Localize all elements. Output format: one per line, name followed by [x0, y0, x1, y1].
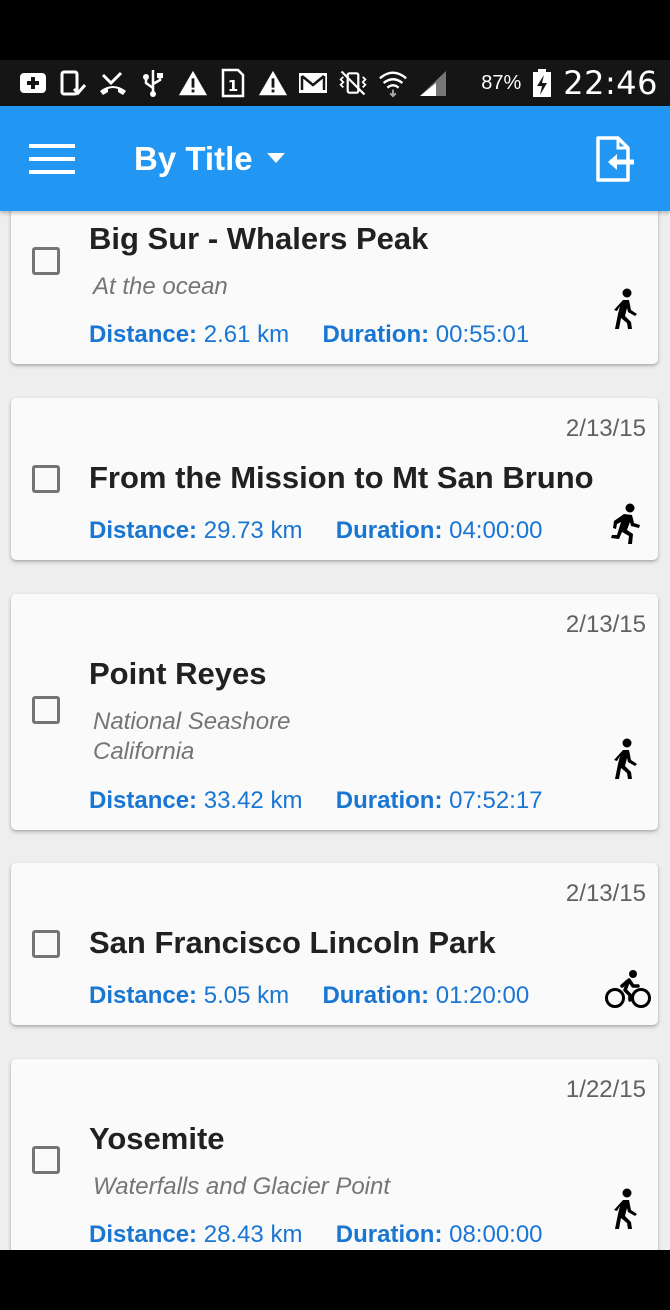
list-item[interactable]: 2/13/15 Point Reyes National Seashore Ca… [11, 594, 658, 830]
walking-icon [608, 737, 644, 781]
duration-label: Duration: [335, 517, 443, 544]
track-stats: Distance: 33.42 km Duration: 07:52:17 [89, 787, 543, 815]
export-icon[interactable] [580, 106, 650, 211]
clock: 22:46 [563, 64, 658, 102]
duration-value: 07:52:17 [449, 787, 543, 814]
distance-label: Distance: [89, 1221, 198, 1248]
distance-value: 2.61 km [203, 321, 290, 348]
battery-percent: 87% [481, 71, 522, 94]
phone-check-icon [58, 68, 88, 98]
svg-text:1: 1 [228, 77, 238, 95]
track-title: Yosemite [89, 1121, 225, 1156]
list-item[interactable]: 1/22/15 Yosemite Waterfalls and Glacier … [11, 1059, 658, 1250]
cycling-icon [604, 967, 652, 1011]
distance-value: 33.42 km [203, 787, 303, 814]
track-list: Big Sur - Whalers Peak At the ocean Dist… [0, 211, 670, 1250]
distance-label: Distance: [89, 982, 198, 1009]
track-subtitle-line2: California [93, 738, 195, 765]
warning-icon [178, 68, 208, 98]
status-bar: 1 87% 22:46 [0, 60, 670, 106]
list-item[interactable]: Big Sur - Whalers Peak At the ocean Dist… [11, 211, 658, 364]
distance-value: 5.05 km [203, 982, 290, 1009]
track-title: Big Sur - Whalers Peak [89, 221, 429, 256]
track-stats: Distance: 29.73 km Duration: 04:00:00 [89, 517, 543, 545]
track-date: 1/22/15 [565, 1076, 646, 1103]
walking-icon [608, 1187, 644, 1231]
running-icon [608, 502, 644, 546]
usb-icon [138, 68, 168, 98]
sort-title-dropdown[interactable]: By Title [134, 140, 285, 178]
add-box-icon [18, 68, 48, 98]
track-subtitle: At the ocean [93, 273, 228, 300]
distance-value: 28.43 km [203, 1221, 303, 1248]
track-stats: Distance: 2.61 km Duration: 00:55:01 [89, 321, 529, 349]
duration-value: 04:00:00 [449, 517, 543, 544]
app-bar: By Title [0, 106, 670, 211]
track-date: 2/13/15 [565, 415, 646, 442]
caret-down-icon [266, 150, 285, 168]
track-checkbox[interactable] [32, 1146, 60, 1174]
walking-icon [608, 287, 644, 331]
top-black-area [0, 0, 670, 60]
duration-label: Duration: [322, 982, 430, 1009]
missed-call-icon [98, 68, 128, 98]
track-stats: Distance: 5.05 km Duration: 01:20:00 [89, 982, 529, 1010]
track-stats: Distance: 28.43 km Duration: 08:00:00 [89, 1221, 543, 1249]
distance-label: Distance: [89, 321, 198, 348]
track-title: Point Reyes [89, 656, 267, 691]
warning-icon [258, 68, 288, 98]
track-date: 2/13/15 [565, 880, 646, 907]
duration-value: 01:20:00 [435, 982, 530, 1009]
track-checkbox[interactable] [32, 465, 60, 493]
track-checkbox[interactable] [32, 247, 60, 275]
track-checkbox[interactable] [32, 930, 60, 958]
app-bar-title: By Title [134, 139, 253, 177]
track-subtitle: Waterfalls and Glacier Point [93, 1173, 391, 1200]
navigation-bar [0, 1250, 670, 1310]
duration-value: 00:55:01 [435, 321, 530, 348]
track-checkbox[interactable] [32, 696, 60, 724]
list-item[interactable]: 2/13/15 From the Mission to Mt San Bruno… [11, 398, 658, 560]
duration-label: Duration: [335, 787, 443, 814]
wifi-icon [378, 68, 408, 98]
track-title: From the Mission to Mt San Bruno [89, 460, 594, 495]
duration-value: 08:00:00 [449, 1221, 543, 1248]
distance-label: Distance: [89, 787, 198, 814]
distance-label: Distance: [89, 517, 198, 544]
track-subtitle: National Seashore [93, 708, 291, 735]
hamburger-menu-icon[interactable] [0, 106, 104, 211]
duration-label: Duration: [335, 1221, 443, 1248]
vibrate-icon [338, 68, 368, 98]
track-title: San Francisco Lincoln Park [89, 925, 496, 960]
duration-label: Duration: [322, 321, 430, 348]
distance-value: 29.73 km [203, 517, 303, 544]
battery-charging-icon [527, 68, 557, 98]
gmail-icon [298, 68, 328, 98]
track-date: 2/13/15 [565, 611, 646, 638]
sim-1-icon: 1 [218, 68, 248, 98]
signal-icon [418, 68, 448, 98]
list-item[interactable]: 2/13/15 San Francisco Lincoln Park Dista… [11, 863, 658, 1025]
